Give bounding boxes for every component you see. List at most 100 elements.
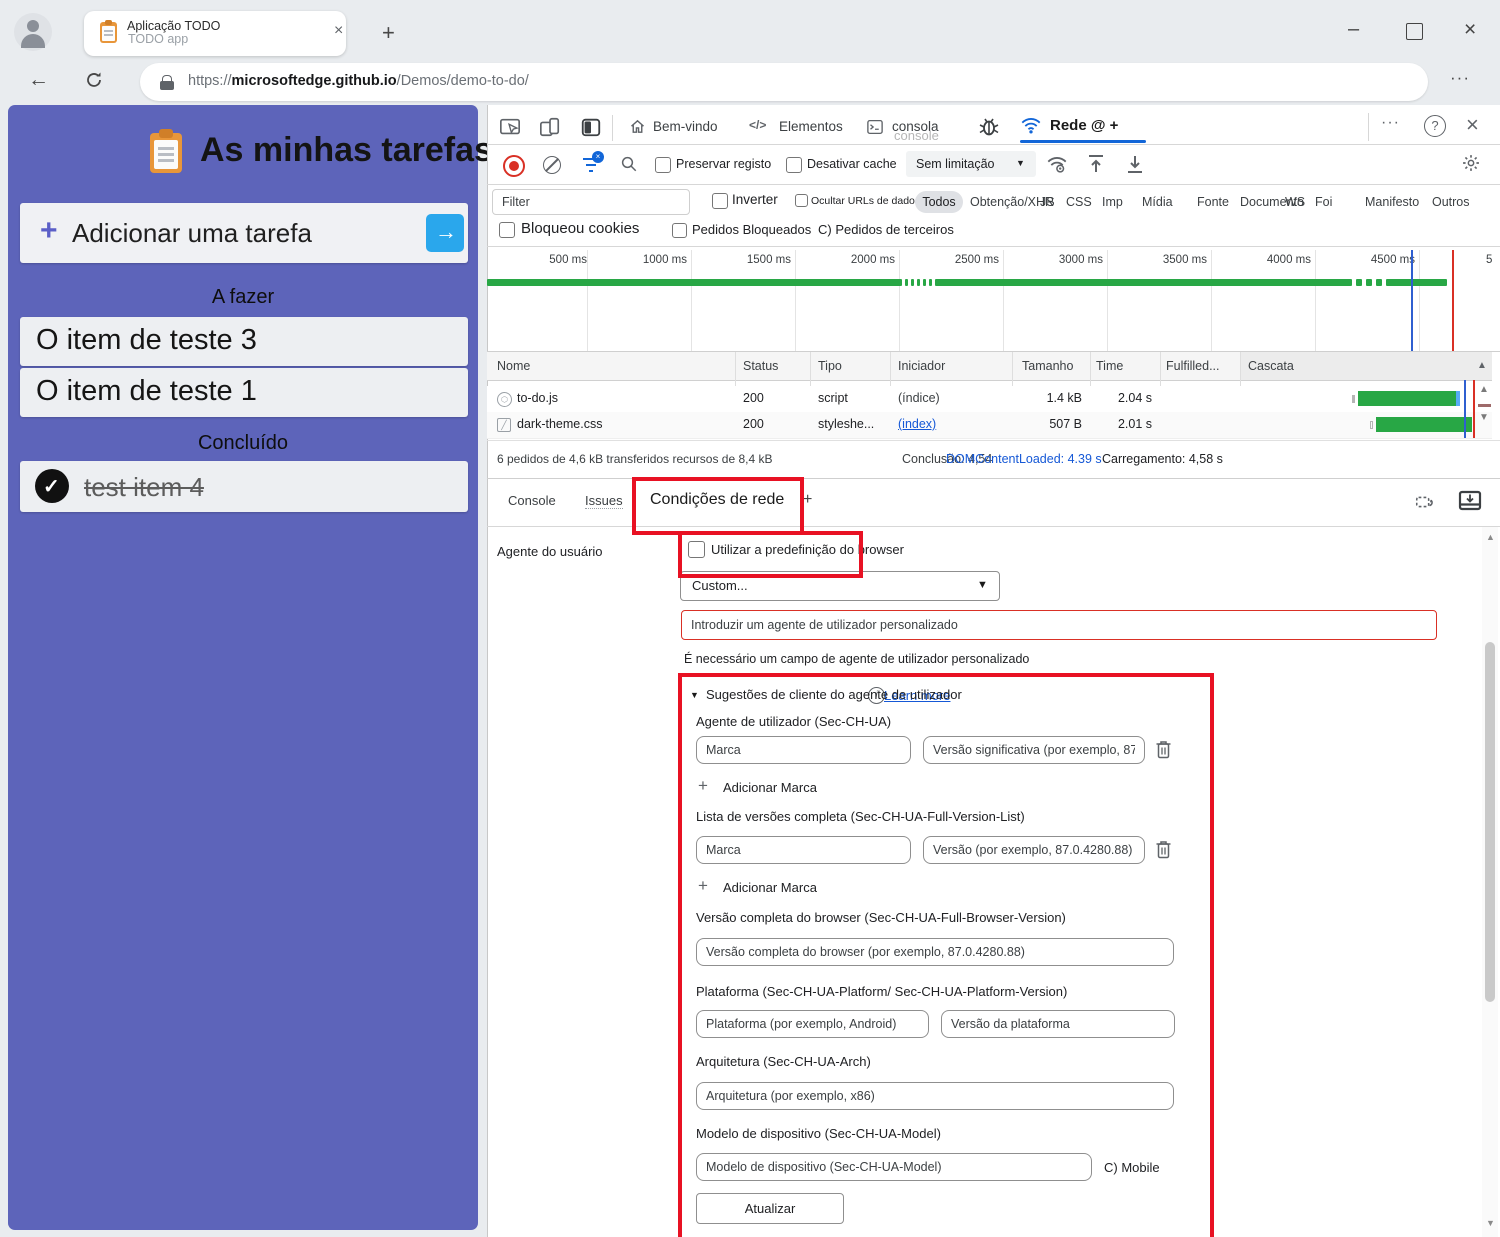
divider [487, 246, 1500, 247]
drawer-restore-icon[interactable] [1414, 491, 1436, 513]
drawer-tab-console[interactable]: Console [508, 493, 556, 508]
scroll-down-icon[interactable]: ▼ [1486, 1218, 1495, 1228]
col-header-time[interactable]: Time [1096, 359, 1123, 373]
hide-data-urls-checkbox[interactable] [795, 194, 808, 207]
search-icon[interactable] [620, 155, 638, 173]
drawer-tab-network-conditions[interactable]: Condições de rede [650, 491, 784, 509]
drawer-add-tab-icon[interactable]: + [803, 491, 812, 509]
device-model-input[interactable] [696, 1153, 1092, 1181]
architecture-input[interactable] [696, 1082, 1174, 1110]
col-header-fulfilled[interactable]: Fulfilled... [1166, 359, 1220, 373]
scroll-down-icon[interactable]: ▼ [1479, 412, 1489, 423]
col-header-waterfall[interactable]: Cascata [1248, 359, 1294, 373]
fvl-version-input[interactable] [923, 836, 1145, 864]
blocked-requests-checkbox[interactable] [672, 223, 687, 238]
todo-item[interactable]: O item de teste 1 [20, 368, 468, 417]
disable-cache-checkbox[interactable] [786, 157, 802, 173]
filter-pill[interactable]: Foi [1315, 195, 1332, 209]
browser-more-icon[interactable]: ··· [1450, 68, 1470, 88]
import-har-icon[interactable] [1087, 154, 1105, 174]
table-row[interactable] [487, 412, 1492, 439]
done-checkbox[interactable]: ✓ [35, 469, 69, 503]
todo-item[interactable]: O item de teste 3 [20, 317, 468, 366]
table-row[interactable] [487, 386, 1492, 413]
drawer-dock-icon[interactable] [1458, 490, 1482, 512]
filter-pill-all[interactable]: Todos [915, 191, 963, 213]
new-tab-icon[interactable]: + [382, 20, 395, 46]
custom-ua-input[interactable] [681, 610, 1437, 640]
mobile-checkbox-label[interactable]: C) Mobile [1104, 1160, 1160, 1175]
tab-close-icon[interactable]: × [334, 22, 343, 40]
scroll-up-icon[interactable]: ▲ [1479, 384, 1489, 395]
debug-icon[interactable] [977, 115, 1001, 139]
request-name[interactable]: dark-theme.css [517, 417, 602, 431]
request-name[interactable]: to-do.js [517, 391, 558, 405]
browser-tab[interactable]: Aplicação TODO TODO app × [84, 11, 346, 56]
drawer-tab-issues[interactable]: Issues [585, 493, 623, 509]
network-conditions-icon[interactable] [1046, 153, 1068, 175]
ua-brand-input[interactable] [696, 736, 911, 764]
update-button[interactable]: Atualizar [696, 1193, 844, 1224]
col-header-initiator[interactable]: Iniciador [898, 359, 945, 373]
trash-icon[interactable] [1155, 740, 1172, 759]
throttling-select[interactable]: Sem limitação ▼ [906, 151, 1036, 177]
help-icon[interactable]: ? [1424, 115, 1446, 137]
add-brand-button[interactable]: Adicionar Marca [723, 780, 817, 795]
request-initiator-link[interactable]: (index) [898, 417, 936, 431]
filter-pill[interactable]: CSS [1066, 195, 1092, 209]
use-browser-default-checkbox[interactable] [688, 541, 705, 558]
record-icon[interactable] [503, 155, 525, 177]
invert-checkbox[interactable] [712, 193, 728, 209]
sort-asc-icon[interactable]: ▲ [1477, 360, 1487, 371]
clear-icon[interactable] [543, 156, 561, 174]
scroll-up-icon[interactable]: ▲ [1486, 532, 1495, 542]
url-bar[interactable]: https://microsoftedge.github.io/Demos/de… [140, 63, 1428, 101]
profile-avatar[interactable] [14, 13, 52, 51]
filter-pill[interactable]: Outros [1432, 195, 1470, 209]
settings-gear-icon[interactable] [1461, 153, 1481, 173]
col-header-size[interactable]: Tamanho [1022, 359, 1073, 373]
devtools-close-icon[interactable]: × [1466, 112, 1479, 138]
fvl-brand-input[interactable] [696, 836, 911, 864]
filter-input[interactable] [492, 189, 690, 215]
refresh-icon[interactable] [84, 70, 104, 90]
done-item[interactable]: ✓ test item 4 [20, 461, 468, 512]
devtools-more-icon[interactable]: ··· [1381, 114, 1400, 132]
device-emulation-icon[interactable] [539, 116, 561, 138]
col-header-name[interactable]: Nome [497, 359, 530, 373]
platform-input[interactable] [696, 1010, 929, 1038]
filter-pill[interactable]: WS [1285, 195, 1305, 209]
back-icon[interactable]: ← [28, 68, 49, 92]
ua-preset-select[interactable]: Custom... ▼ [680, 571, 1000, 601]
waterfall-bar[interactable] [1376, 417, 1472, 432]
scrollbar-thumb[interactable] [1485, 642, 1495, 1002]
inspect-icon[interactable] [499, 116, 521, 138]
disclosure-triangle-icon[interactable]: ▼ [690, 690, 699, 700]
filter-pill[interactable]: Fonte [1197, 195, 1229, 209]
waterfall-bar[interactable] [1358, 391, 1456, 406]
col-header-type[interactable]: Tipo [818, 359, 842, 373]
col-header-status[interactable]: Status [743, 359, 778, 373]
add-task-input[interactable]: + Adicionar uma tarefa → [20, 203, 468, 263]
client-hints-title[interactable]: Sugestões de cliente do agente de utiliz… [706, 687, 962, 702]
filter-pill[interactable]: Manifesto [1365, 195, 1419, 209]
third-party-requests-label[interactable]: C) Pedidos de terceiros [818, 222, 954, 237]
platform-version-input[interactable] [941, 1010, 1175, 1038]
ua-version-input[interactable] [923, 736, 1145, 764]
full-browser-version-input[interactable] [696, 938, 1174, 966]
scrollbar-thumb[interactable] [1478, 404, 1491, 407]
maximize-icon[interactable] [1406, 23, 1423, 40]
add-brand-button[interactable]: Adicionar Marca [723, 880, 817, 895]
trash-icon[interactable] [1155, 840, 1172, 859]
export-har-icon[interactable] [1126, 154, 1144, 174]
filter-pill[interactable]: Imp [1102, 195, 1123, 209]
focus-mode-icon[interactable] [580, 116, 602, 138]
window-close-icon[interactable]: × [1464, 18, 1476, 42]
add-task-submit-button[interactable]: → [426, 214, 464, 252]
blocked-cookies-checkbox[interactable] [499, 222, 515, 238]
request-initiator[interactable]: (índice) [898, 391, 940, 405]
minimize-icon[interactable]: – [1348, 18, 1359, 41]
filter-pill[interactable]: Mídia [1142, 195, 1173, 209]
preserve-log-checkbox[interactable] [655, 157, 671, 173]
filter-pill[interactable]: JS [1040, 195, 1055, 209]
